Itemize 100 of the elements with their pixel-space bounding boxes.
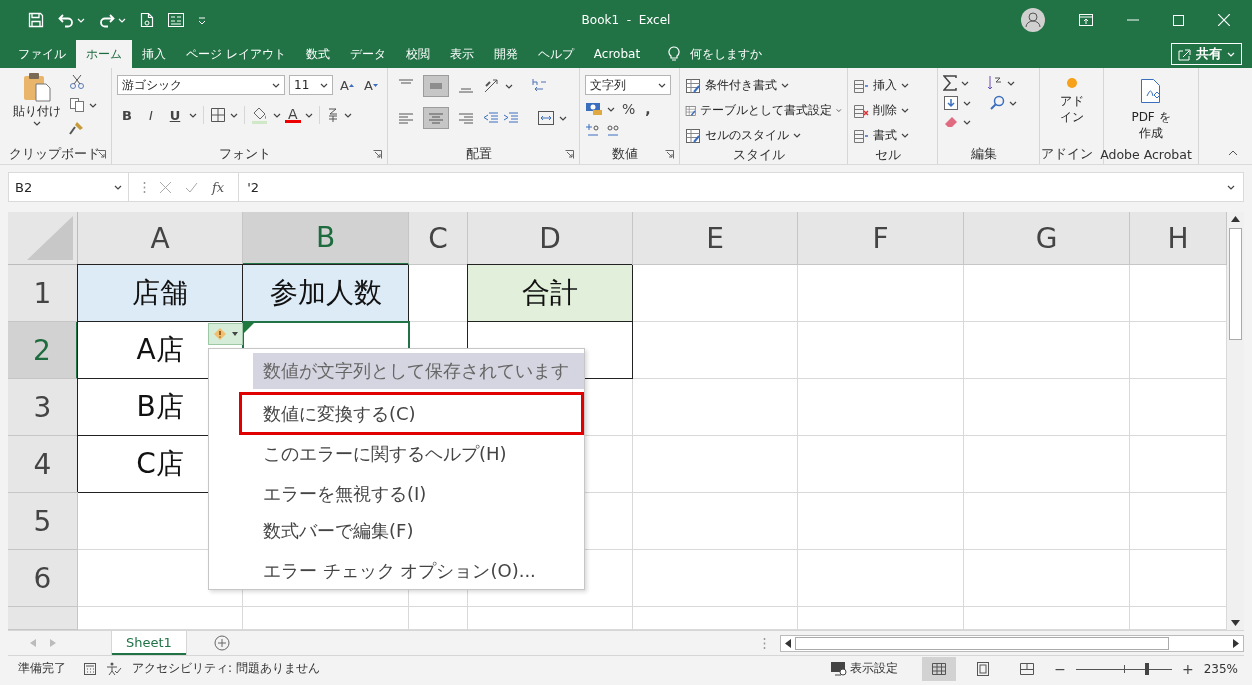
scissors-icon[interactable] (69, 74, 85, 90)
currency-icon[interactable] (585, 102, 603, 116)
menu-item[interactable]: エラーを無視する(I) (253, 475, 584, 512)
ribbon-tab[interactable]: データ (339, 40, 396, 68)
style-menu-button[interactable]: テーブルとして書式設定 (685, 100, 842, 121)
ribbon-tab[interactable]: 数式 (295, 40, 340, 68)
ribbon-display-icon[interactable] (1079, 14, 1093, 26)
column-header[interactable]: D (468, 212, 633, 265)
column-header[interactable]: H (1130, 212, 1227, 265)
calculator-icon[interactable] (84, 662, 96, 675)
bold-button[interactable]: B (117, 105, 137, 125)
style-menu-button[interactable]: 条件付き書式 (685, 75, 842, 96)
drag-handle-icon[interactable] (763, 637, 766, 649)
check-icon[interactable] (185, 181, 198, 193)
style-menu-button[interactable]: セルのスタイル (685, 125, 842, 146)
menu-item[interactable]: エラー チェック オプション(O)... (253, 552, 584, 589)
comma-button[interactable]: , (642, 99, 654, 119)
cells-menu-button[interactable]: 挿入 (853, 75, 932, 96)
font-size-box[interactable]: 11 (289, 75, 333, 95)
zoom-slider[interactable] (1075, 661, 1172, 676)
avatar-icon[interactable] (1021, 8, 1045, 32)
orientation-icon[interactable] (483, 78, 501, 94)
cells-menu-button[interactable]: 書式 (853, 125, 932, 146)
merge-cells-icon[interactable] (537, 110, 555, 126)
percent-button[interactable]: % (619, 99, 639, 119)
row-header[interactable]: 6 (8, 550, 78, 607)
display-settings-button[interactable]: 表示設定 (831, 660, 899, 677)
down-arrow-icon[interactable] (1231, 620, 1240, 626)
error-options-button[interactable] (208, 323, 243, 345)
ribbon-tab[interactable]: ヘルプ (527, 40, 584, 68)
zoom-in-button[interactable]: + (1181, 660, 1194, 677)
font-name-box[interactable]: 游ゴシック (117, 75, 285, 95)
menu-item[interactable]: このエラーに関するヘルプ(H) (253, 435, 584, 472)
dialog-launcher-icon[interactable] (97, 150, 106, 159)
column-header[interactable]: F (798, 212, 964, 265)
cells-menu-button[interactable]: 削除 (853, 100, 932, 121)
increase-decimal-icon[interactable] (585, 123, 601, 139)
left-arrow-icon[interactable] (785, 638, 791, 648)
horizontal-scrollbar[interactable] (780, 634, 1244, 652)
copy-icon[interactable] (69, 97, 85, 113)
underline-button[interactable]: U (165, 105, 185, 125)
print-preview-icon[interactable] (140, 12, 154, 28)
collapse-ribbon-icon[interactable] (1228, 150, 1238, 156)
grow-font-button[interactable]: A (337, 75, 357, 95)
accessibility-icon[interactable] (106, 661, 122, 676)
number-format-box[interactable]: 文字列 (585, 75, 671, 95)
tell-me-field[interactable]: 何をしますか (688, 46, 803, 62)
column-header[interactable]: A (78, 212, 243, 265)
up-arrow-icon[interactable] (1231, 216, 1240, 222)
font-color-button[interactable]: A (285, 107, 301, 123)
insert-function-button[interactable]: fx (212, 179, 225, 195)
column-header[interactable]: C (409, 212, 468, 265)
drag-handle-icon[interactable] (143, 181, 146, 193)
paint-bucket-icon[interactable] (251, 106, 269, 124)
zoom-percentage[interactable]: 235% (1203, 661, 1244, 676)
format-painter-icon[interactable] (69, 120, 85, 136)
decrease-decimal-icon[interactable] (605, 123, 621, 139)
borders-icon[interactable] (210, 107, 226, 123)
row-header[interactable]: 2 (8, 322, 78, 379)
row-header[interactable]: 4 (8, 436, 78, 493)
add-sheet-icon[interactable] (213, 635, 230, 651)
name-box[interactable]: B2 (9, 173, 129, 201)
create-pdf-button[interactable]: PDF を作成 (1130, 78, 1172, 142)
column-header[interactable]: B (243, 212, 409, 265)
row-header[interactable]: 1 (8, 265, 78, 322)
decrease-indent-icon[interactable] (483, 111, 499, 125)
save-icon[interactable] (28, 12, 44, 28)
undo-icon[interactable] (58, 12, 74, 28)
right-arrow-icon[interactable] (1233, 638, 1239, 648)
share-button[interactable]: 共有 (1171, 43, 1242, 65)
customize-caret-icon[interactable] (198, 16, 206, 24)
ribbon-tab[interactable]: Acrobat (583, 40, 651, 68)
ribbon-tab[interactable]: ページ レイアウト (176, 40, 296, 68)
zoom-out-button[interactable]: − (1054, 660, 1066, 677)
ribbon-tab[interactable]: ファイル (8, 40, 76, 68)
dialog-launcher-icon[interactable] (565, 150, 574, 159)
column-header[interactable]: E (633, 212, 798, 265)
scrollbar-thumb[interactable] (1229, 228, 1242, 340)
ribbon-tab[interactable]: 開発 (483, 40, 528, 68)
italic-button[interactable]: I (141, 105, 161, 125)
increase-indent-icon[interactable] (503, 111, 519, 125)
form-icon[interactable] (168, 13, 184, 27)
column-header[interactable]: G (964, 212, 1130, 265)
redo-icon[interactable] (99, 12, 115, 28)
ribbon-tab[interactable]: ホーム (76, 40, 132, 68)
row-header[interactable]: 3 (8, 379, 78, 436)
eraser-icon[interactable] (943, 115, 959, 129)
shrink-font-button[interactable]: A (360, 75, 381, 95)
ribbon-tab[interactable]: 校閲 (395, 40, 440, 68)
row-header[interactable]: 5 (8, 493, 78, 550)
close-icon[interactable] (1218, 14, 1230, 26)
addins-button[interactable]: アドイン (1058, 78, 1085, 126)
fill-down-icon[interactable] (943, 95, 959, 111)
formula-field[interactable]: '2 (238, 173, 1243, 201)
sort-icon[interactable] (987, 75, 1003, 91)
dialog-launcher-icon[interactable] (665, 150, 674, 159)
search-icon[interactable] (989, 95, 1005, 111)
ribbon-tab[interactable]: 表示 (439, 40, 484, 68)
paste-button[interactable]: 貼り付け (13, 72, 61, 144)
maximize-icon[interactable] (1173, 14, 1184, 26)
